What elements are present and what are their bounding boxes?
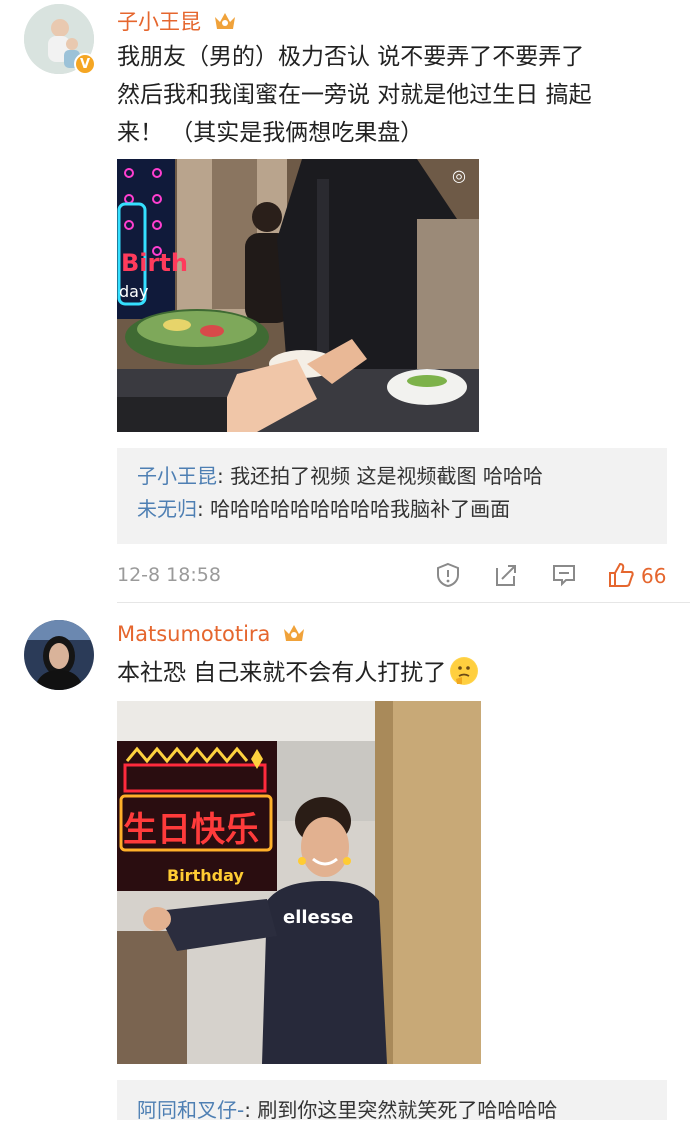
reply-text: 哈哈哈哈哈哈哈哈哈我脑补了画面 <box>210 497 511 521</box>
reply-username[interactable]: 阿同和叉仔- <box>137 1098 244 1122</box>
report-icon[interactable] <box>435 562 461 588</box>
like-count: 66 <box>641 564 667 588</box>
comment-meta: 12-8 18:58 66 <box>117 556 672 596</box>
comment-text: 本社恐 自己来就不会有人打扰了 <box>117 654 667 692</box>
divider <box>117 602 690 603</box>
reply-separator: : <box>197 497 211 521</box>
share-icon[interactable] <box>493 562 519 588</box>
crown-badge-icon <box>284 625 305 641</box>
sign-text: 生日快乐 <box>123 810 259 850</box>
username-text[interactable]: 子小王昆 <box>117 10 201 34</box>
reply-separator: : <box>244 1098 258 1122</box>
svg-text:◎: ◎ <box>452 166 466 185</box>
birthday-photo: 生日快乐 Birthday ellesse <box>117 701 481 1064</box>
shirt-logo-text: ellesse <box>283 907 353 928</box>
comment-text-line: 本社恐 自己来就不会有人打扰了 <box>117 660 447 686</box>
avatar-photo <box>24 620 94 690</box>
reply-list: 子小王昆: 我还拍了视频 这是视频截图 哈哈哈 未无归: 哈哈哈哈哈哈哈哈哈我脑… <box>117 448 667 544</box>
reply-list: 阿同和叉仔-: 刷到你这里突然就笑死了哈哈哈哈 <box>117 1080 667 1122</box>
comment-text-line: 我朋友（男的）极力否认 说不要弄了不要弄了 <box>117 44 585 70</box>
reply-icon[interactable] <box>551 562 577 588</box>
crown-badge-icon <box>214 13 235 29</box>
like-icon[interactable] <box>607 561 635 589</box>
comment-text-line: 然后我和我闺蜜在一旁说 对就是他过生日 搞起 <box>117 82 592 108</box>
reply-item[interactable]: 未无归: 哈哈哈哈哈哈哈哈哈我脑补了画面 <box>117 493 667 526</box>
reply-item[interactable]: 子小王昆: 我还拍了视频 这是视频截图 哈哈哈 <box>117 460 667 493</box>
username[interactable]: 子小王昆 <box>117 6 236 36</box>
thinking-face-icon <box>450 657 479 685</box>
comment-photo[interactable]: 生日快乐 Birthday ellesse <box>117 701 481 1064</box>
comment-text: 我朋友（男的）极力否认 说不要弄了不要弄了 然后我和我闺蜜在一旁说 对就是他过生… <box>117 38 667 152</box>
username-text[interactable]: Matsumototira <box>117 622 270 646</box>
reply-text: 我还拍了视频 这是视频截图 哈哈哈 <box>230 464 543 488</box>
username[interactable]: Matsumototira <box>117 622 305 646</box>
comment-photo[interactable]: Birth day ◎ <box>117 159 479 432</box>
restaurant-photo: Birth day ◎ <box>117 159 479 432</box>
verified-badge-icon: V <box>74 53 96 75</box>
timestamp: 12-8 18:58 <box>117 564 221 586</box>
reply-text: 刷到你这里突然就笑死了哈哈哈哈 <box>257 1098 558 1122</box>
reply-separator: : <box>217 464 231 488</box>
sign-text: day <box>119 282 148 301</box>
reply-username[interactable]: 子小王昆 <box>137 464 217 488</box>
sign-text: Birthday <box>167 866 244 885</box>
sign-text: Birth <box>121 249 188 277</box>
avatar[interactable] <box>24 620 94 690</box>
reply-item[interactable]: 阿同和叉仔-: 刷到你这里突然就笑死了哈哈哈哈 <box>117 1094 667 1127</box>
comment-text-line: 来！ （其实是我俩想吃果盘） <box>117 120 424 146</box>
reply-username[interactable]: 未无归 <box>137 497 197 521</box>
